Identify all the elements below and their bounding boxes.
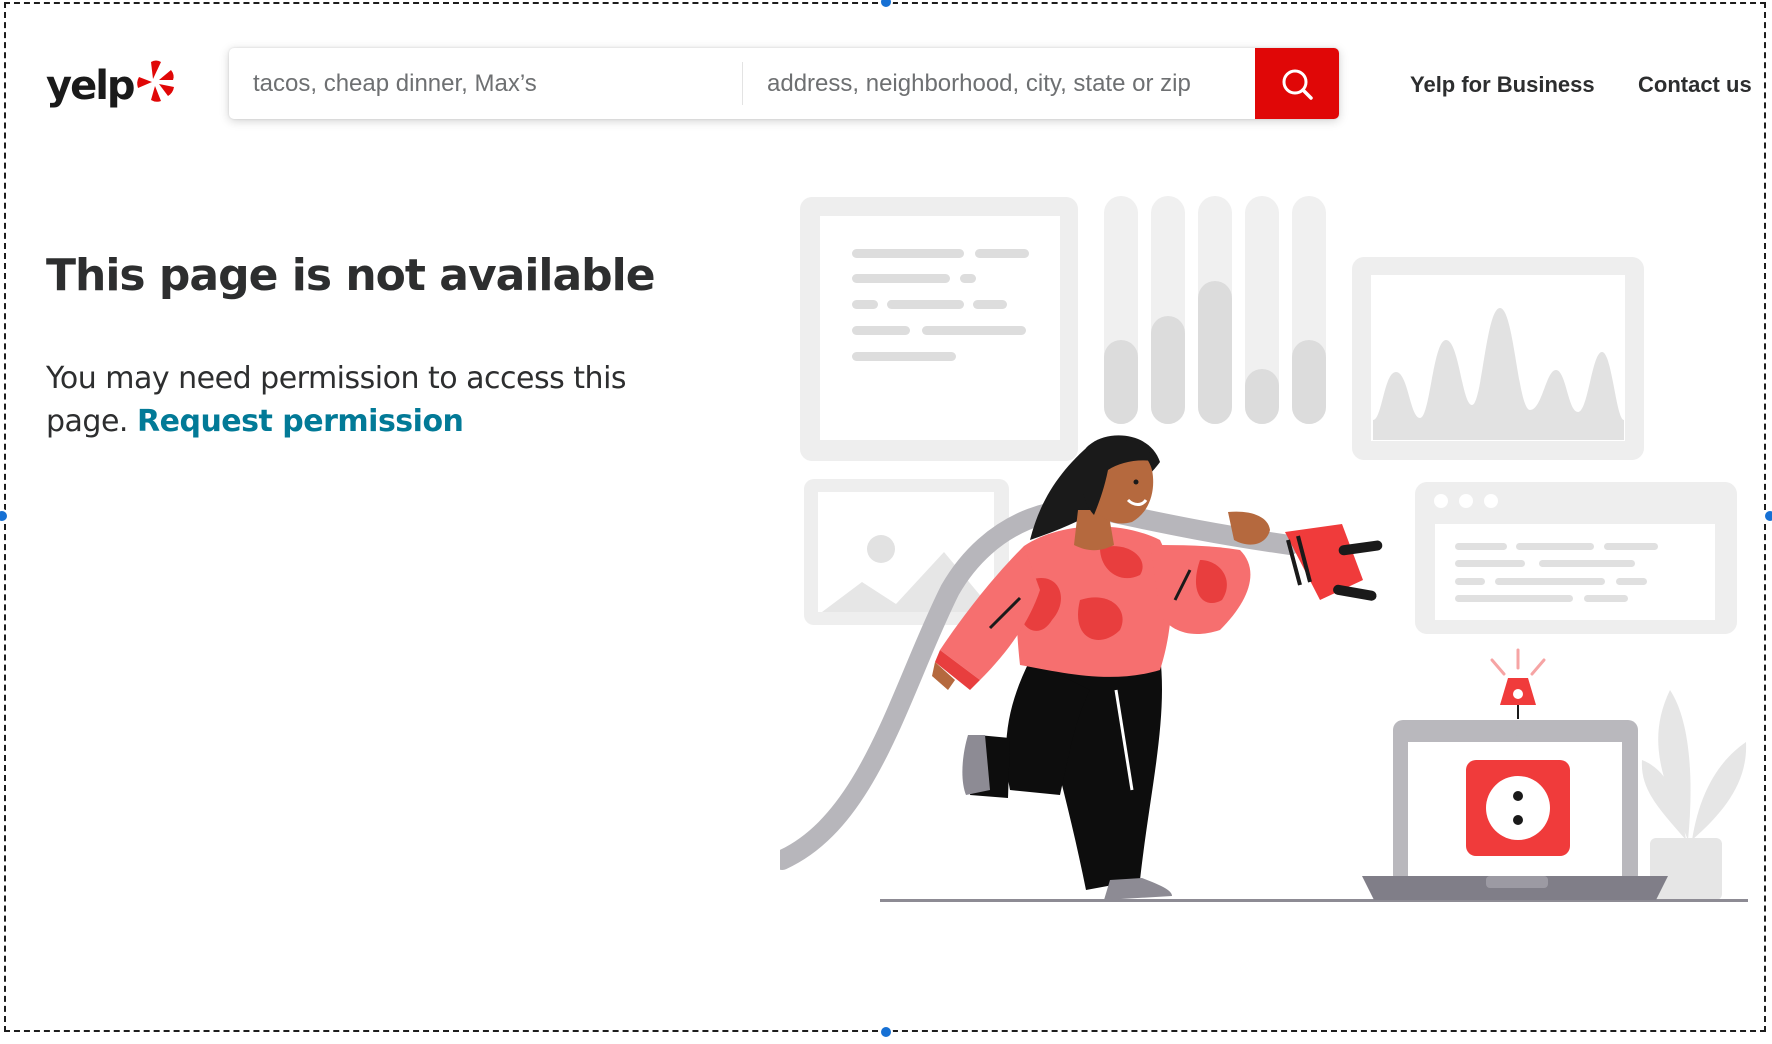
search-find-placeholder: tacos, cheap dinner, Max’s (253, 69, 537, 97)
resize-handle-bottom[interactable] (879, 1025, 893, 1039)
search-near-input[interactable]: address, neighborhood, city, state or zi… (743, 48, 1255, 119)
search-find-input[interactable]: tacos, cheap dinner, Max’s (229, 48, 742, 119)
request-permission-link[interactable]: Request permission (137, 404, 464, 439)
resize-handle-right[interactable] (1763, 509, 1772, 523)
document-card-graphic (800, 197, 1078, 461)
plant-graphic (1641, 690, 1747, 900)
search-icon (1282, 69, 1313, 100)
browser-card-graphic (1415, 482, 1737, 634)
page-title: This page is not available (46, 250, 656, 301)
resize-handle-left[interactable] (0, 509, 9, 523)
laptop-graphic (1362, 648, 1668, 900)
permission-message: You may need permission to access this p… (46, 357, 686, 443)
yelp-for-business-link[interactable]: Yelp for Business (1410, 72, 1595, 98)
unplugged-illustration (780, 196, 1748, 902)
yelp-burst-icon (136, 60, 174, 102)
contact-us-link[interactable]: Contact us (1638, 72, 1752, 98)
bar-chart-graphic (1104, 196, 1326, 424)
search-button[interactable] (1255, 48, 1339, 119)
logo-text: yelp (46, 63, 136, 109)
plug-graphic (1285, 524, 1383, 601)
yelp-logo[interactable]: yelp (46, 60, 176, 112)
header: yelp tacos, cheap dinner, Max’s address,… (0, 0, 1772, 170)
search-bar: tacos, cheap dinner, Max’s address, neig… (229, 48, 1339, 119)
wave-chart-graphic (1352, 257, 1644, 460)
search-near-placeholder: address, neighborhood, city, state or zi… (767, 69, 1191, 97)
